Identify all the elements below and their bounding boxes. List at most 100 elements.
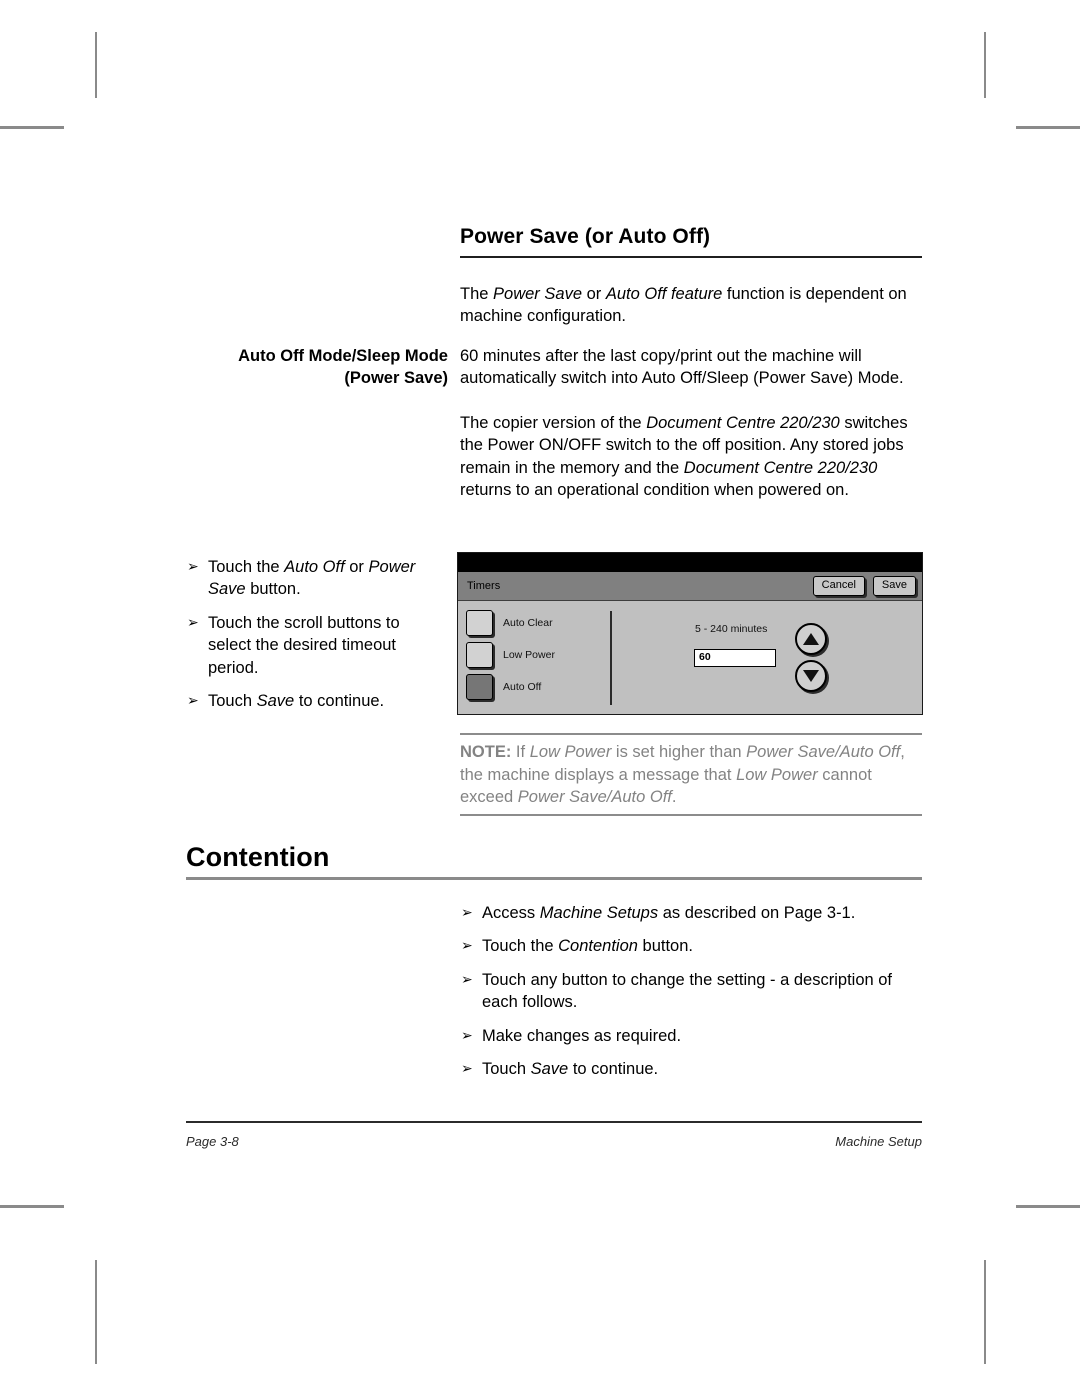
scroll-buttons: [795, 623, 827, 697]
note-block: NOTE: If Low Power is set higher than Po…: [460, 733, 922, 816]
list-item: ➢ Touch the Auto Off or Power Save butto…: [186, 556, 444, 601]
step-pre: Access: [482, 904, 540, 922]
note-p5: .: [671, 788, 677, 807]
scroll-up-button[interactable]: [795, 623, 827, 655]
bullet-arrow-icon: ➢: [461, 1060, 473, 1077]
cancel-button[interactable]: Cancel: [812, 576, 865, 596]
paragraph-auto-off-timing: 60 minutes after the last copy/print out…: [460, 347, 904, 388]
note-p1: If: [511, 743, 530, 761]
option-auto-off[interactable]: Auto Off: [466, 671, 601, 703]
note-text: NOTE: If Low Power is set higher than Po…: [460, 735, 922, 814]
auto-clear-swatch-icon[interactable]: [466, 610, 493, 636]
contention-steps-list: ➢ Access Machine Setups as described on …: [460, 902, 922, 1080]
para2-em1: Document Centre 220/230: [646, 414, 840, 432]
option-low-power[interactable]: Low Power: [466, 639, 601, 671]
crop-mark-bottom-right-vertical: [984, 1260, 986, 1364]
step-post: as described on Page 3-1.: [658, 904, 856, 922]
copier-ui-top-black-bar: [458, 553, 922, 572]
bullet-arrow-icon: ➢: [461, 1026, 473, 1043]
triangle-down-icon: [803, 670, 819, 682]
step-pre: Touch the scroll buttons to select the d…: [208, 613, 400, 677]
step-pre: Touch any button to change the setting -…: [482, 970, 893, 1012]
bullet-arrow-icon: ➢: [187, 558, 199, 574]
list-item: ➢ Touch Save to continue.: [186, 690, 444, 712]
list-item: ➢ Make changes as required.: [460, 1025, 922, 1047]
step-mid: or: [344, 558, 369, 576]
step-pre: Make changes as required.: [482, 1026, 682, 1045]
intro-paragraph: The Power Save or Auto Off feature funct…: [460, 283, 922, 328]
step-post: to continue.: [294, 692, 385, 711]
note-em2: Power Save/Auto Off: [746, 743, 901, 761]
document-page: Power Save (or Auto Off) The Power Save …: [0, 0, 1080, 1397]
list-item: ➢ Touch the Contention button.: [460, 935, 922, 957]
step-em1: Save: [256, 692, 295, 711]
auto-off-swatch-icon[interactable]: [466, 674, 493, 700]
crop-mark-top-left-horizontal: [0, 126, 64, 129]
footer-rule: [186, 1121, 922, 1123]
crop-mark-top-right-horizontal: [1016, 126, 1080, 129]
para2-part1: The copier version of the: [460, 414, 647, 432]
crop-mark-bottom-left-vertical: [95, 1260, 97, 1364]
copier-ui-timer-options: Auto Clear Low Power Auto Off: [466, 607, 601, 703]
copier-ui-vertical-divider: [610, 611, 612, 705]
bullet-arrow-icon: ➢: [187, 613, 199, 630]
save-button[interactable]: Save: [872, 576, 916, 596]
note-em4: Power Save/Auto Off: [517, 788, 672, 807]
bullet-arrow-icon: ➢: [461, 970, 473, 987]
section-heading-rule-contention: [186, 877, 922, 880]
list-item: ➢ Access Machine Setups as described on …: [460, 902, 922, 924]
bullet-arrow-icon: ➢: [187, 692, 199, 709]
section-heading-rule-power-save: [460, 256, 922, 258]
option-auto-clear[interactable]: Auto Clear: [466, 607, 601, 639]
step-post: to continue.: [568, 1060, 659, 1079]
triangle-up-icon: [803, 633, 819, 645]
copier-ui-screen-title: Timers: [467, 580, 501, 592]
crop-mark-bottom-left-horizontal: [0, 1205, 64, 1208]
step-pre: Touch: [208, 692, 257, 711]
footer-page-number: Page 3-8: [186, 1134, 239, 1149]
step-em1: Auto Off: [284, 558, 345, 576]
note-em3: Low Power: [736, 765, 818, 784]
section-heading-power-save: Power Save (or Auto Off): [460, 225, 711, 248]
timeout-range-label: 5 - 240 minutes: [695, 623, 768, 635]
step-em1: Save: [530, 1060, 569, 1079]
bullet-arrow-icon: ➢: [461, 937, 473, 954]
low-power-swatch-icon[interactable]: [466, 642, 493, 668]
side-label-line1: Auto Off Mode/Sleep Mode: [238, 347, 448, 365]
note-em1: Low Power: [529, 743, 612, 761]
paragraph-copier-version: The copier version of the Document Centr…: [460, 412, 922, 502]
timeout-value-field[interactable]: 60: [694, 649, 776, 667]
power-save-steps-list: ➢ Touch the Auto Off or Power Save butto…: [186, 556, 444, 712]
footer-chapter-name: Machine Setup: [835, 1134, 922, 1149]
intro-part2: or: [582, 285, 606, 303]
step-em1: Contention: [558, 937, 638, 956]
step-post: button.: [637, 937, 693, 956]
para2-em2: Document Centre 220/230: [683, 458, 878, 477]
option-label: Low Power: [503, 649, 555, 661]
step-em1: Machine Setups: [539, 904, 659, 922]
step-pre: Touch the: [208, 558, 285, 576]
crop-mark-top-left-vertical: [95, 32, 97, 98]
step-post: button.: [245, 580, 301, 599]
side-label-auto-off-mode: Auto Off Mode/Sleep Mode (Power Save): [186, 345, 448, 390]
copier-ui-body: Auto Clear Low Power Auto Off 5 - 240 mi…: [458, 601, 922, 714]
option-label: Auto Off: [503, 681, 542, 693]
note-rule-bottom: [460, 813, 922, 816]
intro-part1: The: [460, 285, 494, 303]
crop-mark-bottom-right-horizontal: [1016, 1205, 1080, 1208]
scroll-down-button[interactable]: [795, 660, 827, 692]
section-heading-contention: Contention: [186, 842, 330, 872]
side-label-line2: (Power Save): [344, 369, 448, 388]
step-pre: Touch the: [482, 937, 559, 956]
intro-em1: Power Save: [493, 285, 582, 303]
list-item: ➢ Touch the scroll buttons to select the…: [186, 612, 444, 679]
list-item: ➢ Touch Save to continue.: [460, 1058, 922, 1080]
intro-em2: Auto Off feature: [605, 285, 723, 303]
step-pre: Touch: [482, 1060, 531, 1079]
crop-mark-top-right-vertical: [984, 32, 986, 98]
para2-part3: returns to an operational condition when…: [460, 481, 849, 500]
copier-timers-screenshot: Timers Cancel Save Auto Clear Low Power …: [457, 552, 923, 715]
option-label: Auto Clear: [503, 617, 553, 629]
copier-ui-title-bar: Timers Cancel Save: [458, 572, 922, 601]
note-label: NOTE:: [460, 743, 512, 761]
